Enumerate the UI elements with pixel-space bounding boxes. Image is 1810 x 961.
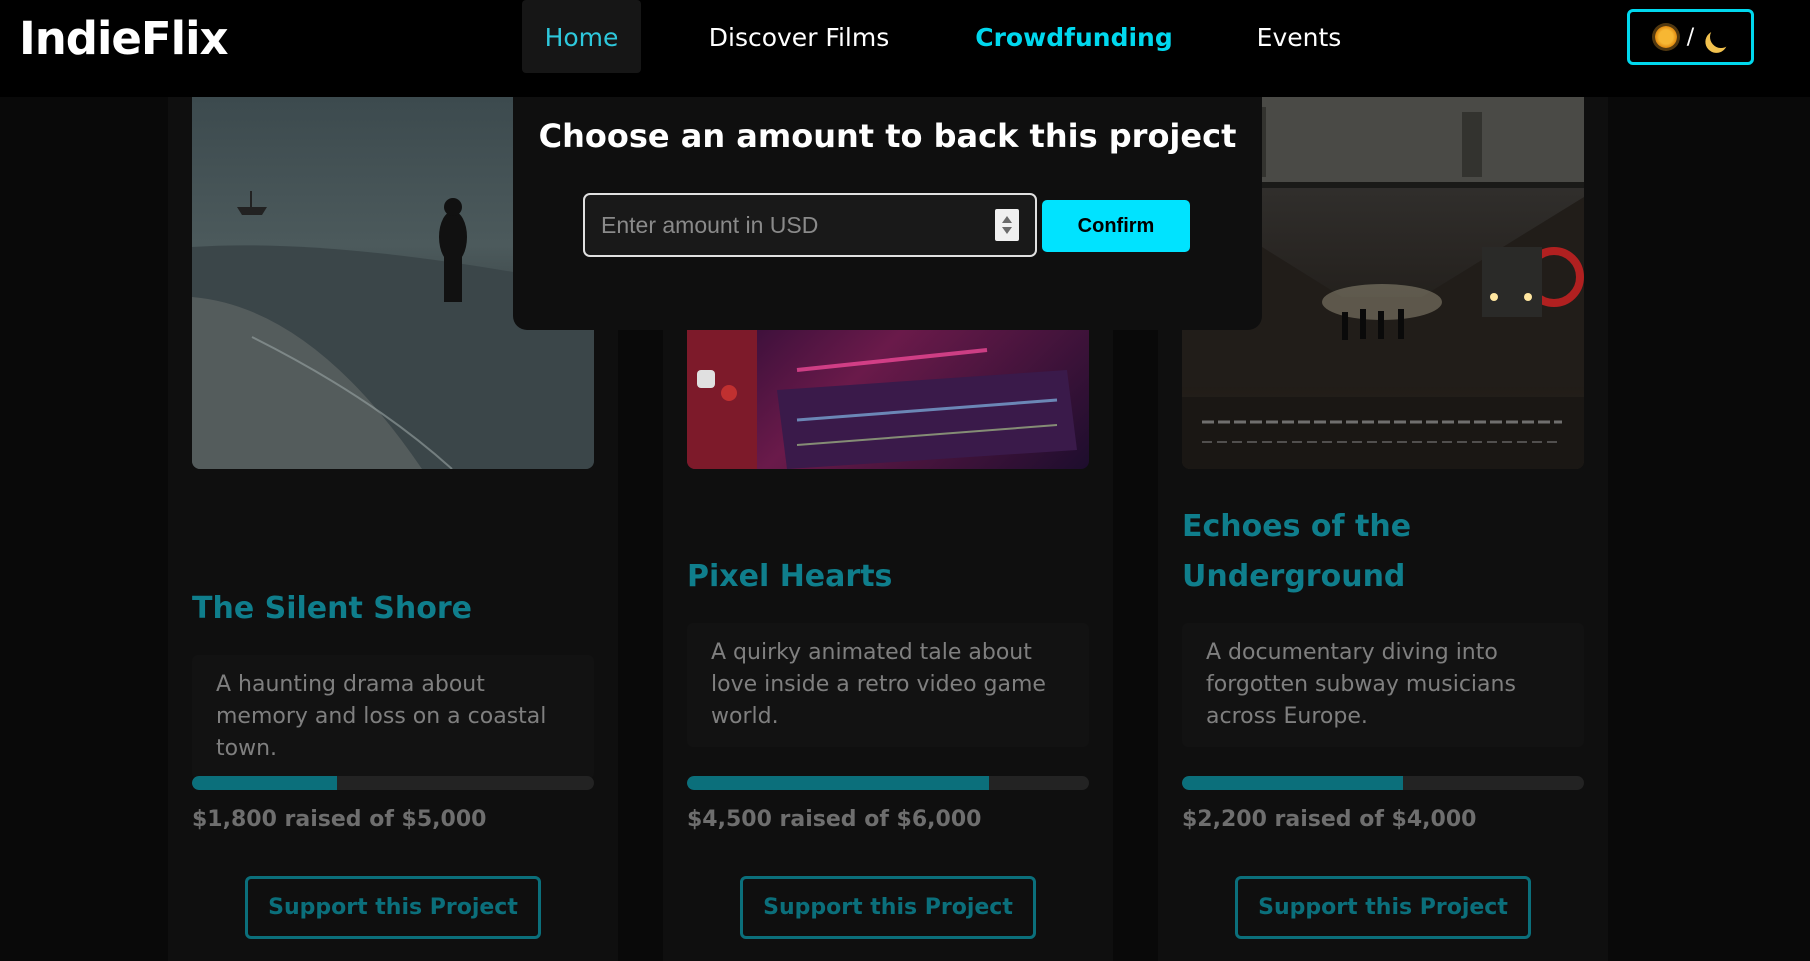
project-title-text: Echoes of the Underground	[1182, 509, 1412, 594]
support-project-button[interactable]: Support this Project	[245, 876, 541, 939]
funding-raised-text: $4,500 raised of $6,000	[687, 807, 982, 832]
funding-progress-fill	[1182, 776, 1404, 790]
theme-separator: /	[1686, 24, 1695, 50]
amount-stepper[interactable]	[995, 209, 1019, 241]
funding-raised-text: $1,800 raised of $5,000	[192, 807, 487, 832]
funding-progress-bar	[192, 776, 594, 790]
site-logo[interactable]: IndieFlix	[19, 12, 229, 65]
project-description: A quirky animated tale about love inside…	[687, 623, 1089, 747]
back-project-modal: Choose an amount to back this project Co…	[513, 97, 1262, 330]
nav-link-discover-films[interactable]: Discover Films	[690, 0, 908, 73]
project-description: A documentary diving into forgotten subw…	[1182, 623, 1584, 747]
amount-input[interactable]	[583, 193, 1037, 257]
stepper-down-icon[interactable]	[1002, 227, 1012, 234]
funding-progress-bar	[1182, 776, 1584, 790]
theme-toggle-button[interactable]: /	[1627, 9, 1754, 65]
support-project-button[interactable]: Support this Project	[740, 876, 1036, 939]
project-poster-image	[687, 330, 1089, 469]
support-project-button[interactable]: Support this Project	[1235, 876, 1531, 939]
project-title: Echoes of the Underground	[1182, 502, 1442, 602]
stepper-up-icon[interactable]	[1002, 216, 1012, 223]
confirm-button[interactable]: Confirm	[1042, 200, 1190, 252]
nav-link-home[interactable]: Home	[522, 0, 641, 73]
top-navbar: IndieFlix Home Discover Films Crowdfundi…	[0, 0, 1810, 97]
sun-icon	[1654, 26, 1677, 48]
funding-progress-fill	[192, 776, 337, 790]
funding-progress-fill	[687, 776, 989, 790]
modal-title: Choose an amount to back this project	[538, 117, 1237, 155]
project-description: A haunting drama about memory and loss o…	[192, 655, 594, 779]
nav-link-crowdfunding[interactable]: Crowdfunding	[965, 0, 1183, 73]
funding-raised-text: $2,200 raised of $4,000	[1182, 807, 1477, 832]
project-title: The Silent Shore	[192, 591, 472, 626]
nav-link-events[interactable]: Events	[1244, 0, 1354, 73]
funding-progress-bar	[687, 776, 1089, 790]
project-title: Pixel Hearts	[687, 559, 893, 594]
moon-icon	[1707, 23, 1735, 51]
